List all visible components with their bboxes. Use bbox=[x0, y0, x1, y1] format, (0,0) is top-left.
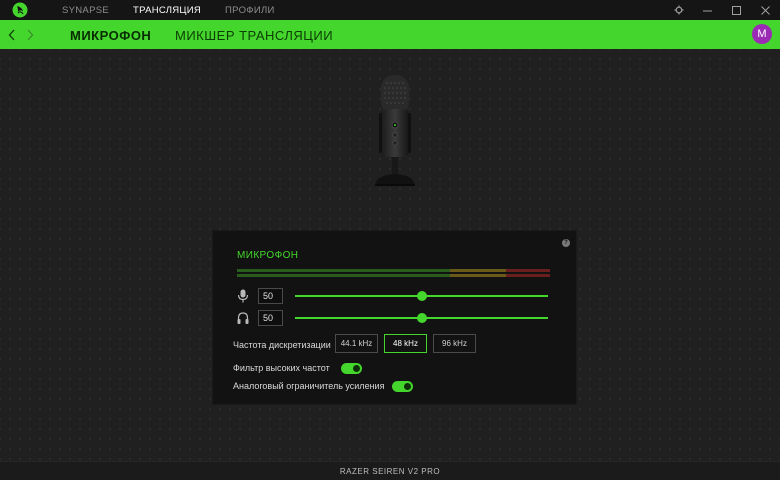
monitor-volume-value[interactable]: 50 bbox=[258, 310, 283, 326]
forward-button[interactable] bbox=[24, 27, 36, 43]
maximize-icon bbox=[732, 5, 741, 15]
input-level-meter bbox=[237, 269, 550, 277]
settings-button[interactable] bbox=[664, 0, 693, 20]
sample-rate-44-1-button[interactable]: 44.1 kHz bbox=[335, 334, 378, 353]
mic-gain-row: 50 bbox=[237, 288, 550, 304]
headphones-icon bbox=[237, 312, 249, 324]
nav-profiles[interactable]: ПРОФИЛИ bbox=[225, 5, 275, 16]
title-bar: SYNAPSE ТРАНСЛЯЦИЯ ПРОФИЛИ bbox=[0, 0, 780, 20]
microphone-icon bbox=[237, 289, 249, 303]
microphone-settings-panel: МИКРОФОН ? 50 50 Частота дискретизации 4… bbox=[212, 230, 577, 405]
meter-bar-left bbox=[237, 269, 550, 272]
chevron-left-icon bbox=[8, 29, 15, 40]
microphone-device-image bbox=[375, 75, 415, 186]
sample-rate-label: Частота дискретизации bbox=[233, 340, 331, 350]
razer-logo-icon[interactable] bbox=[12, 2, 28, 18]
sample-rate-96-button[interactable]: 96 kHz bbox=[433, 334, 476, 353]
analog-limiter-toggle[interactable] bbox=[392, 381, 413, 392]
close-icon bbox=[761, 5, 770, 15]
nav-broadcast[interactable]: ТРАНСЛЯЦИЯ bbox=[133, 5, 201, 16]
sample-rate-48-button[interactable]: 48 kHz bbox=[384, 334, 427, 353]
top-nav: SYNAPSE ТРАНСЛЯЦИЯ ПРОФИЛИ bbox=[62, 5, 275, 16]
tab-microphone[interactable]: МИКРОФОН bbox=[70, 28, 151, 43]
meter-bar-right bbox=[237, 274, 550, 277]
help-icon[interactable]: ? bbox=[562, 239, 570, 247]
device-name: RAZER SEIREN V2 PRO bbox=[339, 466, 441, 476]
chevron-right-icon bbox=[27, 29, 34, 40]
analog-limiter-label: Аналоговый ограничитель усиления bbox=[233, 381, 385, 391]
gear-icon bbox=[674, 5, 683, 15]
monitor-volume-row: 50 bbox=[237, 310, 550, 326]
device-footer: RAZER SEIREN V2 PRO bbox=[0, 461, 780, 480]
high-pass-filter-toggle[interactable] bbox=[341, 363, 362, 374]
nav-synapse[interactable]: SYNAPSE bbox=[62, 5, 109, 16]
maximize-button[interactable] bbox=[722, 0, 751, 20]
mic-gain-thumb[interactable] bbox=[416, 291, 427, 301]
high-pass-filter-label: Фильтр высоких частот bbox=[233, 363, 330, 373]
mic-gain-value[interactable]: 50 bbox=[258, 288, 283, 304]
back-button[interactable] bbox=[6, 27, 18, 43]
main-area: МИКРОФОН ? 50 50 Частота дискретизации 4… bbox=[0, 49, 780, 461]
monitor-volume-thumb[interactable] bbox=[416, 313, 427, 323]
panel-title: МИКРОФОН bbox=[237, 250, 299, 261]
avatar[interactable]: M bbox=[752, 24, 772, 44]
section-header: МИКРОФОН МИКШЕР ТРАНСЛЯЦИИ M bbox=[0, 20, 780, 49]
minimize-icon bbox=[703, 10, 712, 11]
tab-stream-mixer[interactable]: МИКШЕР ТРАНСЛЯЦИИ bbox=[175, 28, 333, 43]
window-controls bbox=[664, 0, 780, 20]
minimize-button[interactable] bbox=[693, 0, 722, 20]
close-button[interactable] bbox=[751, 0, 780, 20]
